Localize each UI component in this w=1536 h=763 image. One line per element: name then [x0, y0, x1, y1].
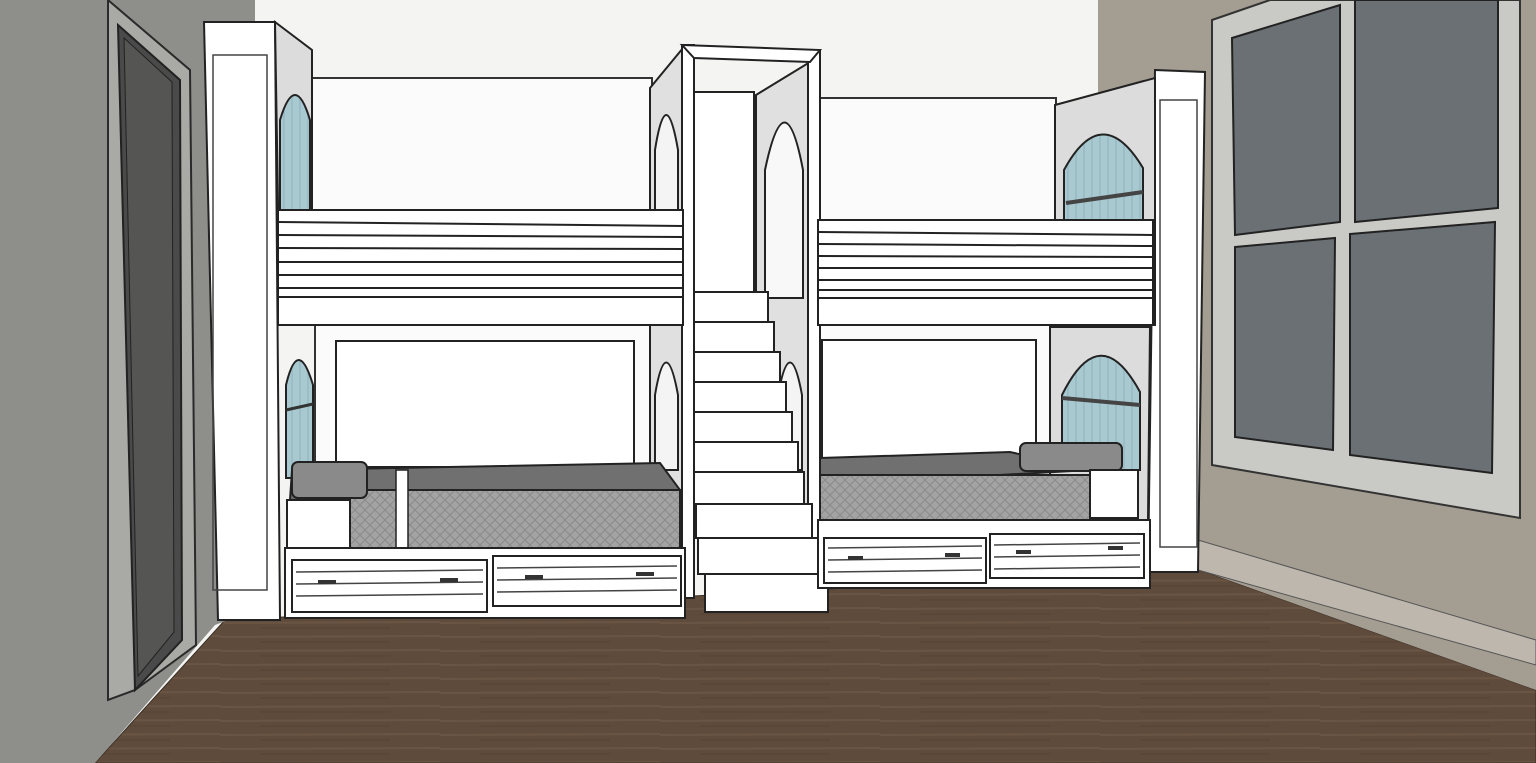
left-blanket-band: [395, 469, 409, 551]
left-nightstand: [286, 499, 351, 551]
window-pane-top-right: [1354, 0, 1499, 224]
stair-step: [693, 381, 787, 413]
tower-right-upper-arch: [764, 121, 804, 299]
right-pillow: [1019, 442, 1123, 472]
stair-step: [693, 351, 781, 383]
left-upper-arch-niche: [279, 94, 311, 211]
left-drawer-2: [492, 555, 682, 607]
lower-left-bed: [286, 461, 682, 551]
left-pillow: [291, 461, 368, 499]
bunk-room-scene: [0, 0, 1536, 763]
right-drawer-1: [823, 537, 987, 584]
tower-left-upper-arch: [654, 114, 679, 216]
window-pane-bottom-right: [1349, 220, 1497, 475]
window-pane-bottom-left: [1234, 236, 1337, 452]
lower-right-bed: [819, 442, 1139, 531]
upper-left-back-panel: [311, 77, 653, 221]
stair-step: [693, 321, 775, 353]
drawer-pull: [440, 578, 458, 582]
lower-left-headboard: [335, 340, 635, 468]
left-end-pilaster: [202, 21, 282, 621]
tower-left-lower-arch: [654, 361, 679, 471]
left-lower-arch-niche: [285, 359, 314, 479]
drawer-pull: [848, 556, 863, 560]
drawer-pull: [945, 553, 960, 557]
stair-step: [693, 471, 805, 505]
right-nightstand: [1089, 469, 1139, 519]
drawer-pull: [525, 575, 543, 579]
upper-right-guard-rail: [817, 219, 1154, 326]
lower-right-headboard: [821, 339, 1037, 459]
drawer-pull: [1108, 546, 1123, 550]
stair-step: [693, 411, 793, 443]
window-pane-top-left: [1230, 3, 1341, 237]
left-drawer-1: [291, 559, 488, 613]
upper-left-guard-rail: [277, 209, 684, 326]
ladder-tower-inner-back: [693, 91, 755, 293]
drawer-pull: [318, 580, 336, 584]
drawer-pull: [1016, 550, 1031, 554]
drawer-pull: [636, 572, 654, 576]
stair-step: [697, 537, 821, 575]
upper-right-back-panel: [817, 97, 1057, 223]
stair-step: [693, 441, 799, 473]
stair-step: [704, 573, 829, 613]
stair-step: [693, 291, 769, 323]
stair-step: [695, 503, 813, 539]
right-drawer-2: [989, 533, 1145, 579]
